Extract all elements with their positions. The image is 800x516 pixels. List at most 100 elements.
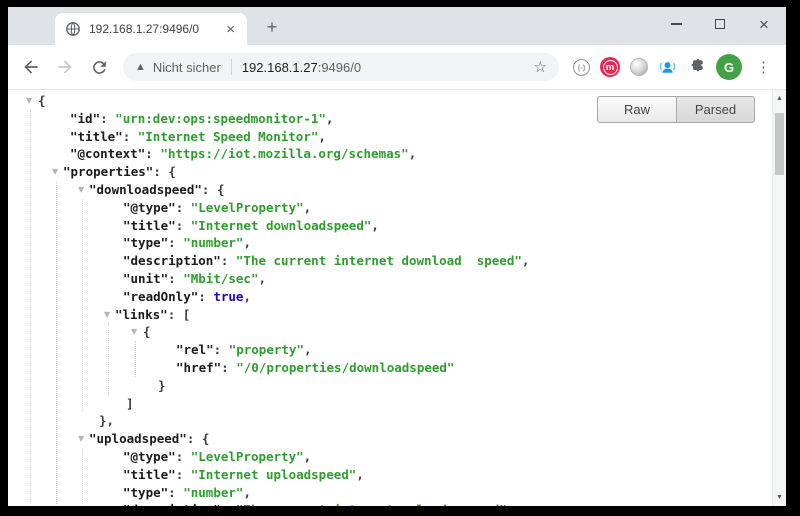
json-punctuation: , xyxy=(409,146,417,161)
browser-toolbar: ▲ Nicht sicher 192.168.1.27 :9496/0 ☆ (-… xyxy=(8,45,786,90)
extension-sphere-icon[interactable] xyxy=(630,58,648,76)
json-punctuation: } xyxy=(158,378,166,393)
json-line: }, xyxy=(8,412,772,430)
json-punctuation: , xyxy=(243,235,251,250)
json-key: "title" xyxy=(123,218,176,233)
address-bar[interactable]: ▲ Nicht sicher 192.168.1.27 :9496/0 ☆ xyxy=(123,53,559,81)
tab-strip: 192.168.1.27:9496/0 × + × xyxy=(8,7,786,45)
json-punctuation: { xyxy=(143,324,151,339)
json-line: "title": "Internet downloadspeed", xyxy=(8,217,772,235)
json-boolean-value: true xyxy=(213,289,243,304)
bookmark-star-icon[interactable]: ☆ xyxy=(534,60,547,75)
close-button[interactable]: × xyxy=(742,7,786,41)
raw-parsed-toggle: Raw Parsed xyxy=(597,96,755,123)
back-button[interactable] xyxy=(14,50,48,84)
url-host: 192.168.1.27 xyxy=(242,60,318,75)
json-punctuation: }, xyxy=(99,413,114,428)
raw-button[interactable]: Raw xyxy=(597,96,676,123)
json-punctuation: : xyxy=(168,485,183,500)
json-key: "href" xyxy=(176,360,221,375)
json-punctuation: : xyxy=(214,342,229,357)
json-punctuation: : xyxy=(221,360,236,375)
json-punctuation: { xyxy=(38,93,46,108)
json-punctuation: : [ xyxy=(168,307,191,322)
scroll-down-icon[interactable]: ▼ xyxy=(773,494,786,501)
address-bar-divider xyxy=(231,59,232,75)
tab-close-icon[interactable]: × xyxy=(224,22,237,37)
maximize-icon xyxy=(715,19,725,29)
json-punctuation: ] xyxy=(126,396,134,411)
json-line: "readOnly": true, xyxy=(8,288,772,306)
json-string-value: "https://iot.mozilla.org/schemas" xyxy=(160,146,408,161)
url-path: :9496/0 xyxy=(318,60,361,75)
json-punctuation: : xyxy=(176,218,191,233)
minimize-icon xyxy=(671,23,682,25)
json-punctuation: : xyxy=(145,146,160,161)
new-tab-button[interactable]: + xyxy=(260,15,284,39)
json-string-value: "Internet Speed Monitor" xyxy=(138,129,319,144)
json-string-value: "/0/properties/downloadspeed" xyxy=(236,360,454,375)
json-key: "downloadspeed" xyxy=(89,182,202,197)
browser-menu-icon[interactable]: ⋮ xyxy=(752,58,771,76)
json-line: "@type": "LevelProperty", xyxy=(8,199,772,217)
scroll-up-icon[interactable]: ▲ xyxy=(773,95,786,102)
json-string-value: "LevelProperty" xyxy=(191,449,304,464)
json-punctuation: , xyxy=(522,253,530,268)
json-punctuation: , xyxy=(318,129,326,144)
json-line: ] xyxy=(8,395,772,413)
profile-avatar[interactable]: G xyxy=(716,54,742,80)
not-secure-warning-icon[interactable]: ▲ xyxy=(135,62,146,73)
json-key: "rel" xyxy=(176,342,214,357)
json-line: "title": "Internet uploadspeed", xyxy=(8,466,772,484)
json-string-value: "Mbit/sec" xyxy=(183,271,258,286)
json-punctuation: : { xyxy=(153,164,176,179)
json-line: ▼ "links": [ xyxy=(8,306,772,324)
json-key: "@type" xyxy=(123,200,176,215)
tab-title: 192.168.1.27:9496/0 xyxy=(89,22,224,36)
extension-blue-assistant-icon[interactable] xyxy=(658,58,677,77)
json-string-value: "number" xyxy=(183,235,243,250)
json-punctuation: , xyxy=(304,342,312,357)
parsed-button[interactable]: Parsed xyxy=(676,96,755,123)
json-punctuation: : xyxy=(176,467,191,482)
extension-circle-dash-icon[interactable]: (-) xyxy=(573,59,590,76)
json-line: "href": "/0/properties/downloadspeed" xyxy=(8,359,772,377)
minimize-button[interactable] xyxy=(654,7,698,41)
json-line: ▼{ xyxy=(8,323,772,341)
forward-button[interactable] xyxy=(48,50,82,84)
json-punctuation: : { xyxy=(187,431,210,446)
collapse-triangle-icon[interactable]: ▼ xyxy=(131,323,137,341)
json-key: "unit" xyxy=(123,271,168,286)
json-string-value: "Internet uploadspeed" xyxy=(191,467,357,482)
json-punctuation: : xyxy=(176,200,191,215)
json-key: "uploadspeed" xyxy=(89,431,187,446)
vertical-scrollbar[interactable]: ▲ ▼ xyxy=(772,90,786,506)
security-label[interactable]: Nicht sicher xyxy=(153,60,221,75)
json-line: "description": "The current internet upl… xyxy=(8,501,772,506)
extension-m-badge-icon[interactable]: m xyxy=(600,57,620,77)
extensions-area: (-) m G ⋮ xyxy=(573,54,771,80)
globe-favicon-icon xyxy=(65,21,81,37)
forward-arrow-icon xyxy=(55,57,75,77)
json-key: "id" xyxy=(70,111,100,126)
json-key: "links" xyxy=(115,307,168,322)
scrollbar-thumb[interactable] xyxy=(775,113,784,175)
json-key: "title" xyxy=(123,467,176,482)
collapse-triangle-icon[interactable]: ▼ xyxy=(26,92,32,110)
json-punctuation: : xyxy=(168,271,183,286)
json-string-value: "number" xyxy=(183,485,243,500)
collapse-triangle-icon[interactable]: ▼ xyxy=(52,163,58,181)
json-key: "@context" xyxy=(70,146,145,161)
collapse-triangle-icon[interactable]: ▼ xyxy=(78,430,84,448)
browser-tab[interactable]: 192.168.1.27:9496/0 × xyxy=(55,13,247,45)
json-punctuation: : xyxy=(221,253,236,268)
json-punctuation: , xyxy=(304,200,312,215)
collapse-triangle-icon[interactable]: ▼ xyxy=(78,181,84,199)
maximize-button[interactable] xyxy=(698,7,742,41)
collapse-triangle-icon[interactable]: ▼ xyxy=(104,306,110,324)
extensions-puzzle-icon[interactable] xyxy=(687,58,706,77)
json-string-value: "The current internet upload speed" xyxy=(236,502,507,506)
reload-button[interactable] xyxy=(82,50,116,84)
json-punctuation: , xyxy=(326,111,334,126)
json-punctuation: , xyxy=(356,467,364,482)
